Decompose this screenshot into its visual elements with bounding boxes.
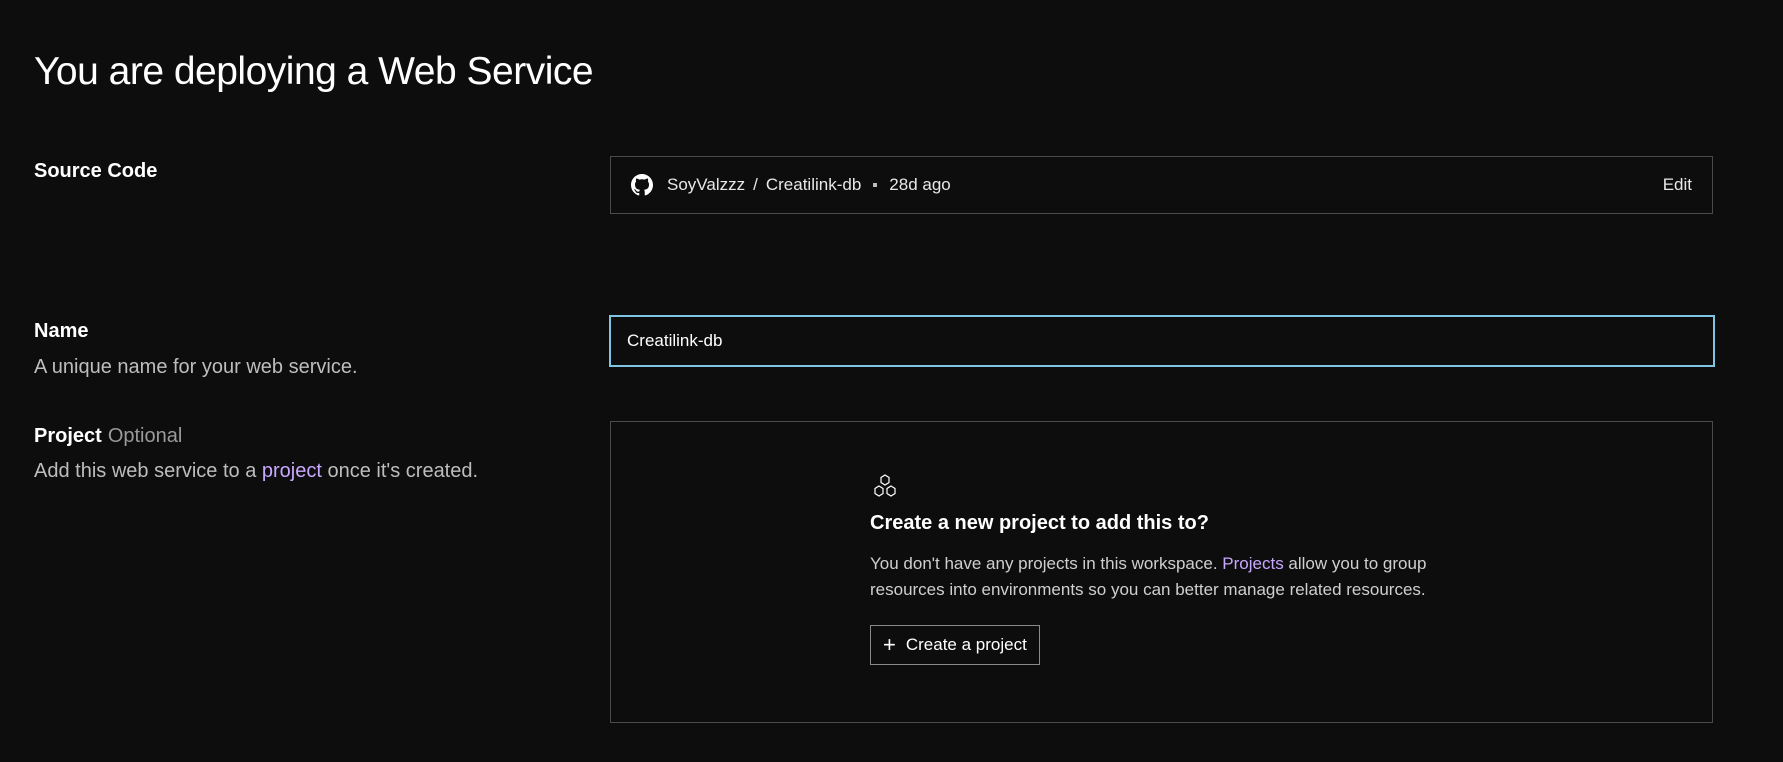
project-link[interactable]: project xyxy=(262,460,322,482)
repo-age: 28d ago xyxy=(889,175,951,194)
empty-state-heading: Create a new project to add this to? xyxy=(870,512,1209,534)
projects-link[interactable]: Projects xyxy=(1222,554,1283,573)
service-name-input[interactable] xyxy=(609,315,1715,367)
create-project-label: Create a project xyxy=(905,635,1027,654)
project-empty-state: Create a new project to add this to? You… xyxy=(610,421,1713,723)
create-project-button[interactable]: + Create a project xyxy=(870,625,1040,665)
plus-icon: + xyxy=(883,632,896,657)
empty-state-text: You don't have any projects in this work… xyxy=(870,554,1427,599)
hexagons-icon xyxy=(870,472,900,502)
page-title: You are deploying a Web Service xyxy=(34,50,594,93)
repo-owner[interactable]: SoyValzzz xyxy=(667,175,745,195)
source-code-label: Source Code xyxy=(34,160,158,182)
name-label: Name xyxy=(34,320,89,342)
github-icon xyxy=(631,174,653,196)
repo-separator: / xyxy=(753,175,758,194)
project-label: Project xyxy=(34,425,102,447)
source-code-box: SoyValzzz / Creatilink-db 28d ago Edit xyxy=(610,156,1713,214)
repo-name[interactable]: Creatilink-db xyxy=(766,175,861,195)
edit-source-button[interactable]: Edit xyxy=(1663,175,1692,195)
name-description: A unique name for your web service. xyxy=(34,356,358,378)
deploy-page: You are deploying a Web Service Source C… xyxy=(0,0,1783,762)
project-label-row: Project Optional xyxy=(34,425,182,448)
optional-label: Optional xyxy=(107,425,183,447)
project-description: Add this web service to a project once i… xyxy=(34,460,479,482)
dot-separator xyxy=(873,183,878,187)
